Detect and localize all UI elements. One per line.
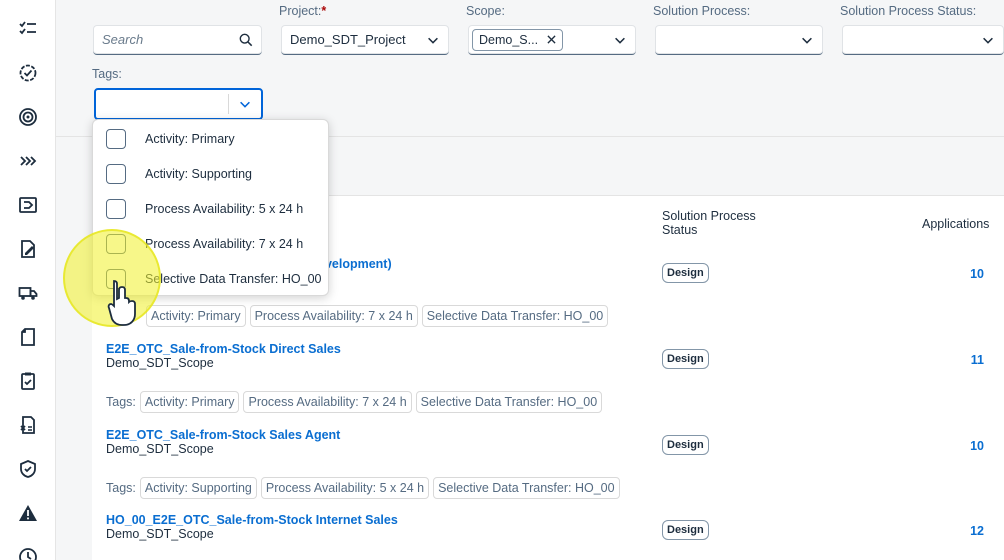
solution-process-select[interactable] (655, 25, 823, 55)
clipboard-check-icon[interactable] (0, 359, 56, 403)
tags-option[interactable]: Activity: Supporting (93, 156, 330, 191)
tag-chip: Process Availability: 7 x 24 h (243, 391, 412, 413)
tag-chip: Process Availability: 7 x 24 h (249, 305, 418, 327)
scope-token-text: Demo_S... (479, 32, 539, 47)
document-icon[interactable] (0, 315, 56, 359)
project-label-text: Project: (279, 4, 322, 18)
tag-chip: Selective Data Transfer: HO_00 (433, 477, 620, 499)
close-icon[interactable] (547, 35, 556, 44)
clock-icon[interactable] (0, 535, 56, 560)
project-select[interactable]: Demo_SDT_Project (281, 25, 449, 55)
project-value: Demo_SDT_Project (290, 32, 406, 47)
exit-box-icon[interactable] (0, 183, 56, 227)
scope-multiinput[interactable]: Demo_S... (468, 25, 636, 55)
applications-count[interactable]: 11 (944, 353, 984, 367)
shield-check-icon[interactable] (0, 447, 56, 491)
row-scope: Demo_SDT_Scope (106, 356, 214, 370)
search-input[interactable]: Search (93, 25, 262, 55)
solution-process-status-label: Solution Process Status: (840, 4, 977, 18)
gear-check-icon[interactable] (0, 51, 56, 95)
status-badge: Design (662, 435, 709, 455)
document-x-icon[interactable] (0, 403, 56, 447)
tags-multicombobox[interactable] (94, 88, 263, 120)
row-title[interactable]: E2E_OTC_Sale-from-Stock Direct Sales (106, 342, 341, 356)
chevron-down-icon[interactable] (800, 33, 814, 47)
column-header-status-line1: Solution Process (662, 209, 756, 223)
tags-prefix: Tags: (106, 395, 136, 409)
task-list-icon[interactable] (0, 7, 56, 51)
truck-icon[interactable] (0, 271, 56, 315)
warning-icon[interactable] (0, 491, 56, 535)
solution-process-status-select[interactable] (842, 25, 1004, 55)
column-header-status-line2: Status (662, 223, 698, 237)
tags-option[interactable]: Process Availability: 5 x 24 h (93, 191, 330, 226)
tag-chip: Activity: Primary (139, 391, 240, 413)
tags-option-label: Selective Data Transfer: HO_00 (145, 271, 322, 286)
filter-bar: Search Project:* Demo_SDT_Project Scope:… (56, 0, 1004, 137)
applications-count[interactable]: 10 (944, 439, 984, 453)
applications-count[interactable]: 12 (944, 524, 984, 538)
tags-label: Tags: (92, 67, 122, 81)
row-scope: Demo_SDT_Scope (106, 442, 214, 456)
status-badge: Design (662, 263, 709, 283)
search-placeholder: Search (102, 32, 144, 47)
scope-label: Scope: (466, 4, 505, 18)
row-title[interactable]: E2E_OTC_Sale-from-Stock Sales Agent (106, 428, 340, 442)
checkbox[interactable] (106, 198, 126, 219)
column-header-applications[interactable]: Applications (922, 217, 989, 231)
tags-option-label: Process Availability: 7 x 24 h (145, 236, 304, 251)
chevrons-right-icon[interactable] (0, 139, 56, 183)
tag-chip: Selective Data Transfer: HO_00 (415, 391, 603, 413)
target-icon[interactable] (0, 95, 56, 139)
chevron-down-icon[interactable] (981, 33, 995, 47)
tag-chip: Activity: Primary (146, 305, 246, 327)
hand-cursor-icon (107, 280, 136, 326)
search-icon[interactable] (239, 33, 253, 47)
row-tags: Tags: Activity: Primary Process Availabi… (106, 391, 603, 413)
project-label: Project:* (279, 4, 326, 18)
row-title[interactable]: HO_00_E2E_OTC_Sale-from-Stock Internet S… (106, 513, 398, 527)
solution-process-label: Solution Process: (653, 4, 751, 18)
edit-document-icon[interactable] (0, 227, 56, 271)
checkbox[interactable] (106, 128, 126, 149)
tags-option-label: Activity: Primary (145, 131, 235, 146)
tag-chip: Selective Data Transfer: HO_00 (421, 305, 609, 327)
applications-count[interactable]: 10 (944, 267, 984, 281)
status-badge: Design (662, 349, 709, 369)
tags-option-label: Process Availability: 5 x 24 h (145, 201, 304, 216)
side-navigation (0, 0, 56, 560)
row-scope: Demo_SDT_Scope (106, 527, 214, 541)
tags-prefix: Tags: (106, 481, 136, 495)
scope-token[interactable]: Demo_S... (472, 28, 564, 51)
required-marker: * (321, 4, 327, 18)
checkbox[interactable] (106, 163, 126, 184)
tag-chip: Process Availability: 5 x 24 h (260, 477, 430, 499)
row-tags: Activity: Primary Process Availability: … (142, 305, 609, 327)
chevron-down-icon[interactable] (238, 97, 252, 111)
tags-option-label: Activity: Supporting (145, 166, 252, 181)
tags-option[interactable]: Activity: Primary (93, 121, 330, 156)
row-tags: Tags: Activity: Supporting Process Avail… (106, 477, 620, 499)
column-header-status[interactable]: Solution Process Status (662, 209, 756, 237)
chevron-down-icon[interactable] (426, 33, 440, 47)
tag-chip: Activity: Supporting (139, 477, 257, 499)
chevron-down-icon[interactable] (613, 33, 627, 47)
status-badge: Design (662, 520, 709, 540)
